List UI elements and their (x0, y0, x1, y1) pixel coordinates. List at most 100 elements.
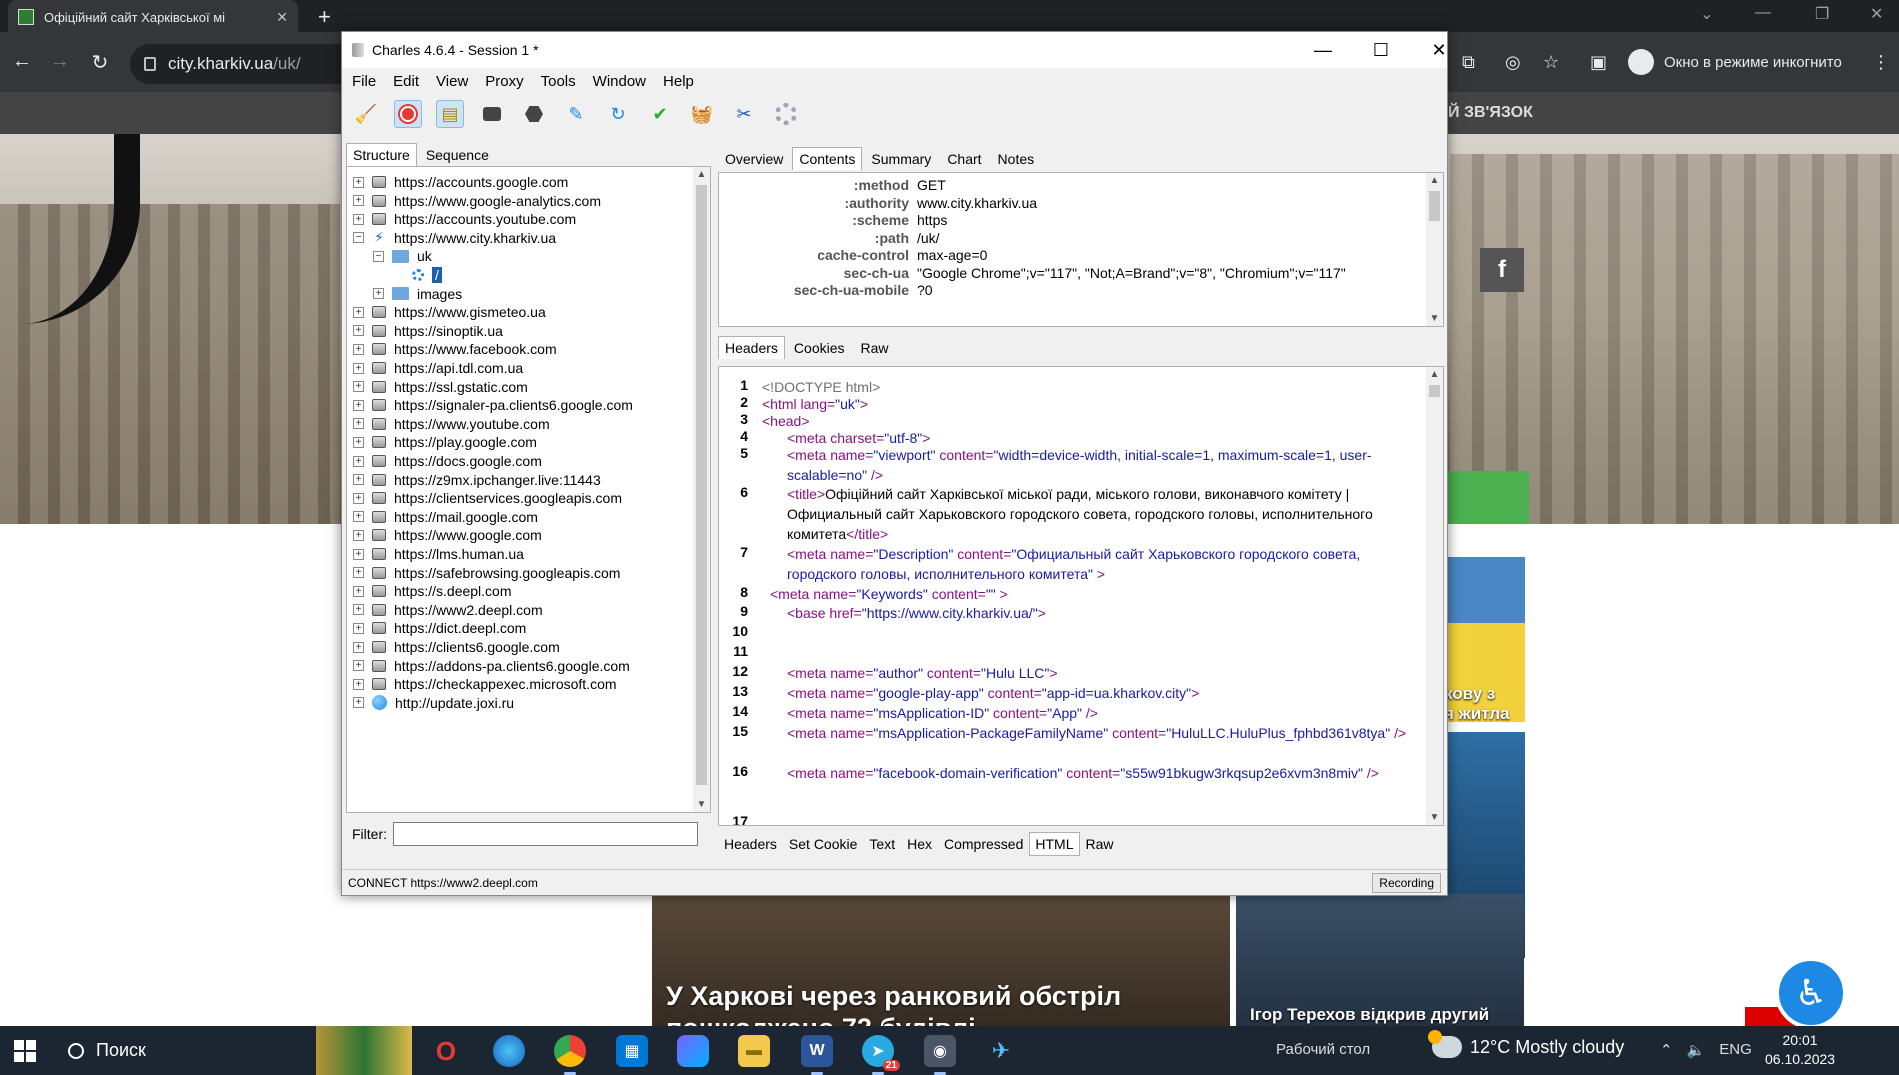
collapse-icon[interactable]: − (373, 250, 384, 262)
expand-icon[interactable]: + (353, 474, 364, 486)
clear-session-broom-icon[interactable]: 🧹 (352, 100, 380, 128)
throttle-button[interactable]: ▤ (436, 100, 464, 128)
recording-status-badge[interactable]: Recording (1372, 873, 1441, 893)
filter-input[interactable] (393, 822, 698, 846)
news-tile-main[interactable]: У Харкові через ранковий обстріл пошкодж… (652, 894, 1230, 1026)
incognito-indicator[interactable]: Окно в режиме инкогнито (1628, 49, 1842, 75)
minimize-icon[interactable]: — (1755, 4, 1771, 22)
headers-scroll-thumb[interactable] (1429, 191, 1440, 221)
menu-proxy[interactable]: Proxy (485, 73, 523, 90)
validate-check-icon[interactable]: ✔ (646, 100, 674, 128)
tray-chevron-up-icon[interactable]: ⌃ (1660, 1041, 1673, 1059)
microsoft-store-icon[interactable]: ▦ (616, 1035, 648, 1067)
file-explorer-icon[interactable]: ▬ (738, 1035, 770, 1067)
tab-request-cookies[interactable]: Cookies (787, 336, 852, 359)
side-panel-icon[interactable]: ▣ (1590, 52, 1607, 73)
tab-structure[interactable]: Structure (346, 143, 417, 166)
compose-pen-icon[interactable]: ✎ (562, 100, 590, 128)
news-tile-side[interactable]: Ігор Терехов відкрив другий день роботи … (1236, 894, 1524, 1026)
new-tab-icon[interactable]: + (318, 4, 331, 30)
tab-request-raw[interactable]: Raw (854, 336, 896, 359)
turtle-icon[interactable] (478, 100, 506, 128)
menu-view[interactable]: View (436, 73, 468, 90)
collapse-icon[interactable]: − (353, 232, 364, 244)
tab-hex[interactable]: Hex (901, 832, 938, 856)
expand-icon[interactable]: + (353, 622, 364, 634)
start-windows-icon[interactable] (14, 1040, 36, 1062)
tracking-protection-icon[interactable]: ◎ (1505, 52, 1521, 73)
tab-chart[interactable]: Chart (940, 147, 988, 170)
scroll-up-icon[interactable]: ▲ (1426, 175, 1443, 186)
telegram-icon[interactable]: ➤ 21 (862, 1035, 900, 1075)
tab-html[interactable]: HTML (1029, 832, 1080, 856)
menu-help[interactable]: Help (663, 73, 694, 90)
charles-close-icon[interactable]: ✕ (1416, 36, 1462, 64)
header-row[interactable]: sec-ch-ua-mobile ?0 (719, 282, 1419, 303)
bird-app-icon[interactable]: ✈ (985, 1035, 1017, 1067)
word-icon[interactable]: W (801, 1035, 833, 1075)
expand-icon[interactable]: + (353, 176, 364, 188)
tab-set-cookie[interactable]: Set Cookie (783, 832, 863, 856)
expand-icon[interactable]: + (353, 455, 364, 467)
tab-text[interactable]: Text (863, 832, 901, 856)
scroll-up-icon[interactable]: ▲ (1426, 369, 1443, 380)
expand-icon[interactable]: + (353, 306, 364, 318)
edge-icon[interactable] (493, 1035, 525, 1067)
shopping-basket-icon[interactable]: 🧺 (688, 100, 716, 128)
expand-icon[interactable]: + (353, 641, 364, 653)
tab-response-headers[interactable]: Headers (718, 832, 783, 856)
close-window-icon[interactable]: ✕ (1870, 4, 1883, 24)
expand-icon[interactable]: + (353, 567, 364, 579)
expand-icon[interactable]: + (353, 511, 364, 523)
code-scroll-thumb[interactable] (1429, 385, 1440, 397)
accessibility-icon[interactable]: ♿ (1775, 957, 1847, 1026)
breakpoints-stop-icon[interactable] (520, 100, 548, 128)
taskbar-clock[interactable]: 20:01 06.10.2023 (1765, 1031, 1835, 1069)
menu-window[interactable]: Window (593, 73, 646, 90)
forward-icon[interactable]: → (48, 50, 72, 73)
lock-icon[interactable] (144, 57, 156, 71)
tab-overview[interactable]: Overview (718, 147, 790, 170)
scroll-up-icon[interactable]: ▲ (693, 169, 710, 180)
code-scrollbar[interactable]: ▲ ▼ (1426, 367, 1443, 825)
expand-icon[interactable]: + (353, 660, 364, 672)
expand-icon[interactable]: + (353, 343, 364, 355)
desktop-toolbar-label[interactable]: Рабочий стол (1276, 1041, 1370, 1058)
tab-notes[interactable]: Notes (991, 147, 1042, 170)
expand-icon[interactable]: + (353, 325, 364, 337)
expand-icon[interactable]: + (353, 585, 364, 597)
expand-icon[interactable]: + (353, 195, 364, 207)
expand-icon[interactable]: + (353, 399, 364, 411)
tab-contents[interactable]: Contents (792, 147, 863, 170)
response-html-view[interactable]: 1 <!DOCTYPE html> 2 <html lang="uk"> 3 <hea… (718, 366, 1444, 826)
scroll-down-icon[interactable]: ▼ (1426, 313, 1443, 324)
menu-tools[interactable]: Tools (541, 73, 576, 90)
scroll-down-icon[interactable]: ▼ (1426, 812, 1443, 823)
expand-icon[interactable]: + (353, 418, 364, 430)
tab-sequence[interactable]: Sequence (419, 143, 496, 166)
tools-wrench-icon[interactable]: ✂ (730, 100, 758, 128)
volume-icon[interactable]: 🔈 (1687, 1041, 1706, 1059)
expand-icon[interactable]: + (353, 548, 364, 560)
browser-tab[interactable]: Офіційний сайт Харківської мі ✕ (8, 0, 298, 34)
tree-scroll-thumb[interactable] (696, 185, 707, 785)
expand-icon[interactable]: + (353, 492, 364, 504)
expand-icon[interactable]: + (353, 213, 364, 225)
expand-icon[interactable]: + (353, 529, 364, 541)
expand-icon[interactable]: + (373, 288, 384, 300)
menu-edit[interactable]: Edit (393, 73, 419, 90)
bookmark-star-icon[interactable]: ☆ (1543, 52, 1559, 73)
tab-request-headers[interactable]: Headers (718, 336, 785, 359)
weather-widget[interactable]: 12°C Mostly cloudy (1428, 1030, 1624, 1058)
tab-search-chevron-icon[interactable]: ⌄ (1700, 4, 1713, 24)
menu-kebab-icon[interactable]: ⋮ (1872, 52, 1890, 73)
expand-icon[interactable]: + (353, 678, 364, 690)
reload-icon[interactable]: ↻ (88, 50, 112, 75)
tab-compressed[interactable]: Compressed (938, 832, 1029, 856)
charles-maximize-icon[interactable]: ☐ (1358, 36, 1404, 64)
close-tab-icon[interactable]: ✕ (276, 9, 288, 26)
tree-item[interactable]: + http://update.joxi.ru (353, 692, 514, 714)
chrome-icon[interactable] (554, 1035, 586, 1075)
opera-icon[interactable]: O (430, 1035, 462, 1067)
translate-icon[interactable]: ⧉ (1462, 52, 1475, 73)
